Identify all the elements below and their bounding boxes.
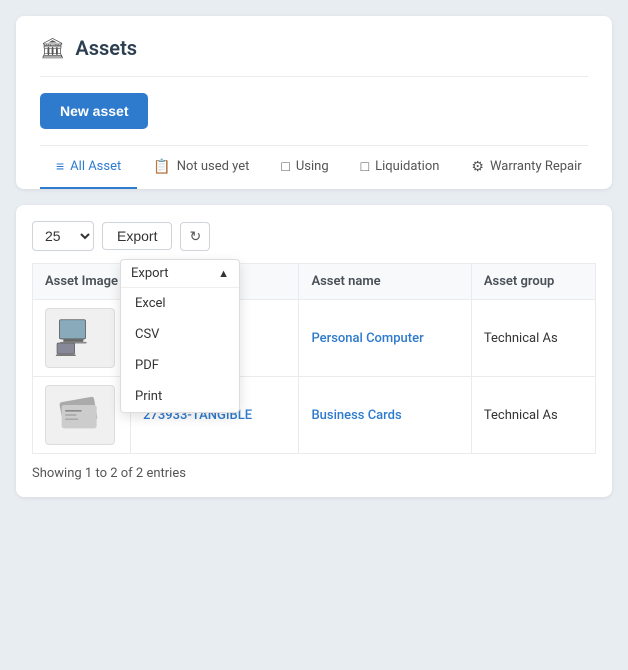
tab-warranty[interactable]: ⚙ Warranty Repair [455, 146, 588, 189]
table-row: 273933-TANGIBLE Business Cards Technical… [33, 377, 596, 454]
all-asset-icon: ≡ [56, 158, 64, 175]
asset-group-1: Technical As [471, 300, 595, 377]
col-image: Asset Image [33, 264, 131, 300]
header-top: 🏛 Assets [40, 36, 588, 77]
per-page-select[interactable]: 25 50 100 [32, 221, 94, 251]
table-header-row: Asset Image Asset code Asset name Asset … [33, 264, 596, 300]
header-card: 🏛 Assets New asset ≡ All Asset 📋 Not use… [16, 16, 612, 189]
export-dropdown-header: Export ▲ [121, 260, 239, 288]
computer-svg [55, 316, 105, 361]
export-pdf-item[interactable]: PDF [121, 350, 239, 381]
asset-image-cell-2 [33, 377, 131, 454]
warranty-icon: ⚙ [471, 159, 484, 175]
tab-warranty-label: Warranty Repair [490, 159, 582, 174]
asset-name-2[interactable]: Business Cards [299, 377, 471, 454]
asset-name-1[interactable]: Personal Computer [299, 300, 471, 377]
tab-all-asset-label: All Asset [70, 159, 121, 174]
tab-liquidation[interactable]: □ Liquidation [345, 146, 456, 189]
table-card: 25 50 100 Export ↻ Export ▲ Excel CSV PD… [16, 205, 612, 497]
using-icon: □ [281, 158, 289, 175]
refresh-button[interactable]: ↻ [180, 222, 210, 251]
col-name: Asset name [299, 264, 471, 300]
liquidation-icon: □ [361, 158, 369, 175]
tab-not-used-label: Not used yet [177, 159, 250, 174]
col-group: Asset group [471, 264, 595, 300]
not-used-icon: 📋 [153, 159, 170, 175]
tabs-container: ≡ All Asset 📋 Not used yet □ Using □ Liq… [40, 145, 588, 189]
asset-image-cell-1 [33, 300, 131, 377]
new-asset-button[interactable]: New asset [40, 93, 148, 129]
asset-table: Asset Image Asset code Asset name Asset … [32, 263, 596, 454]
tab-not-used[interactable]: 📋 Not used yet [137, 146, 265, 189]
asset-image-1 [45, 308, 115, 368]
table-row: 404993-ASSET Personal Computer Technical… [33, 300, 596, 377]
export-csv-item[interactable]: CSV [121, 319, 239, 350]
export-print-item[interactable]: Print [121, 381, 239, 412]
export-excel-item[interactable]: Excel [121, 288, 239, 319]
showing-entries: Showing 1 to 2 of 2 entries [32, 466, 596, 481]
tab-all-asset[interactable]: ≡ All Asset [40, 146, 137, 189]
export-dropdown-title: Export [131, 266, 169, 281]
export-button[interactable]: Export [102, 222, 172, 250]
business-cards-svg [55, 390, 105, 440]
chevron-up-icon: ▲ [218, 267, 229, 280]
table-controls: 25 50 100 Export ↻ Export ▲ Excel CSV PD… [32, 221, 596, 251]
tab-liquidation-label: Liquidation [375, 159, 439, 174]
asset-group-2: Technical As [471, 377, 595, 454]
tab-using[interactable]: □ Using [265, 146, 344, 189]
page-title: Assets [75, 36, 137, 60]
assets-icon: 🏛 [40, 36, 65, 60]
asset-image-2 [45, 385, 115, 445]
export-dropdown: Export ▲ Excel CSV PDF Print [120, 259, 240, 413]
tab-using-label: Using [296, 159, 329, 174]
